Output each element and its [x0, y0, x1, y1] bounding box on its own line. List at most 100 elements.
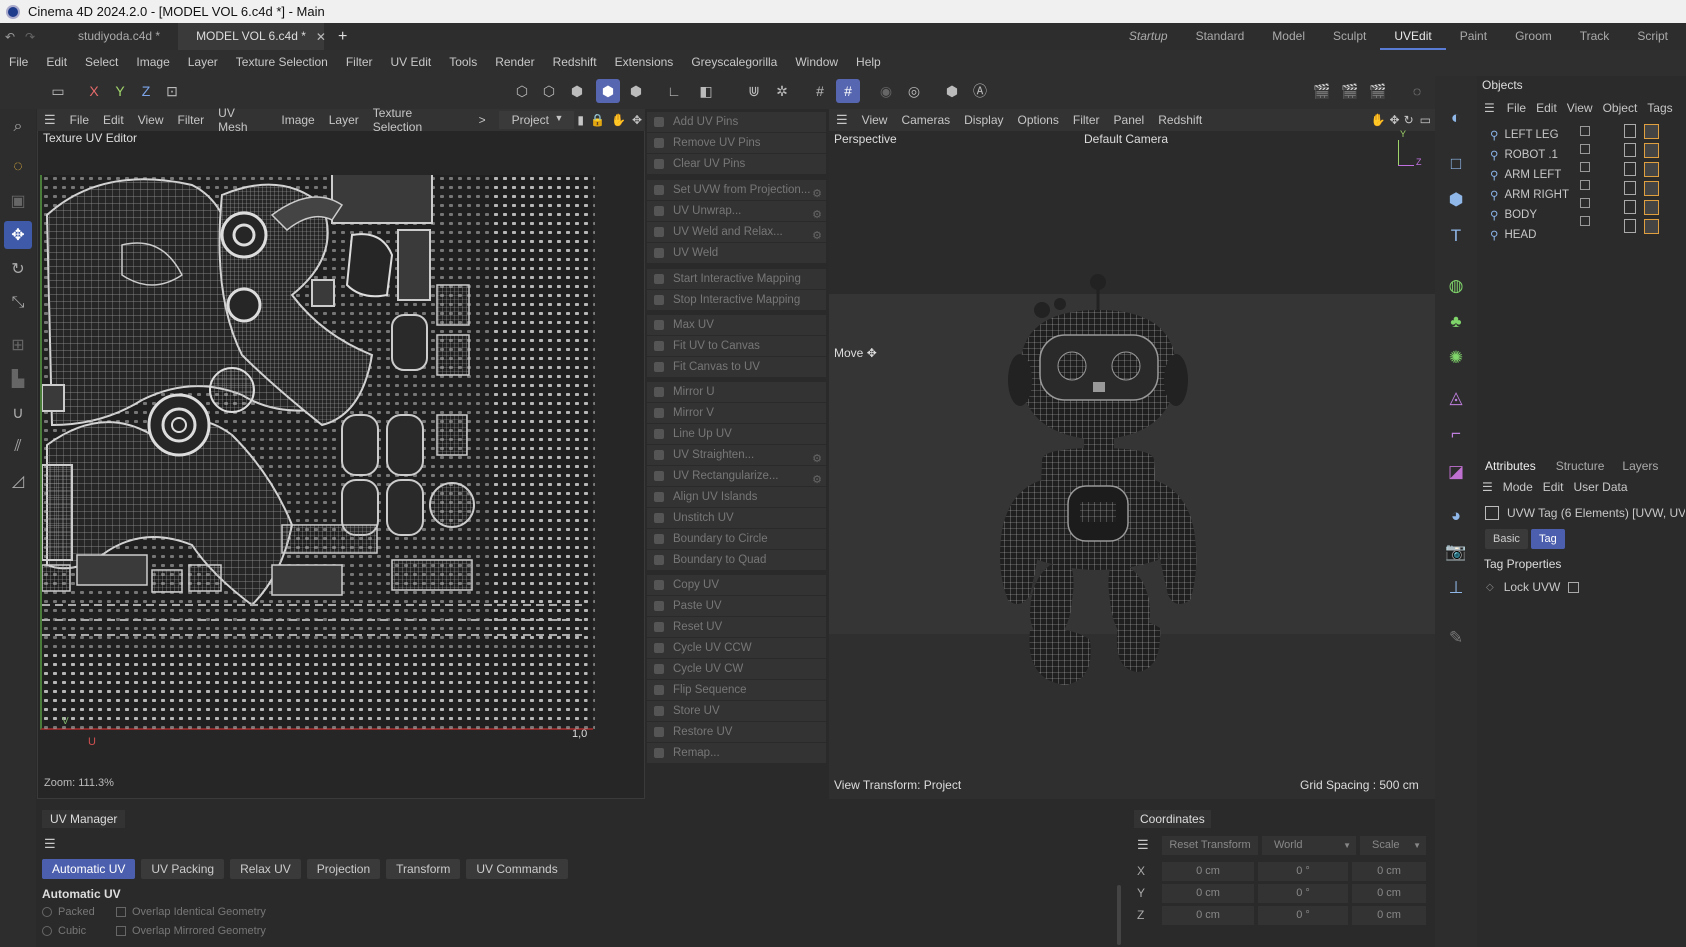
- uv-menu-more[interactable]: >: [472, 113, 493, 127]
- layout-standard[interactable]: Standard: [1182, 23, 1259, 50]
- rotate-tool-icon[interactable]: ↻: [4, 255, 32, 283]
- axis-z-lock[interactable]: Z: [134, 79, 158, 103]
- camera-icon[interactable]: 📷: [1442, 538, 1470, 566]
- uv-menu-uv-mesh[interactable]: UV Mesh: [211, 106, 274, 134]
- cloner-icon[interactable]: ♣: [1442, 308, 1470, 336]
- rotation-y-field[interactable]: 0 °: [1258, 884, 1348, 903]
- uv-menu-texture-selection[interactable]: Texture Selection: [366, 106, 472, 134]
- cmd-paste-uv[interactable]: Paste UV: [647, 596, 826, 616]
- cmd-set-uvw-projection[interactable]: Set UVW from Projection... ⚙: [647, 180, 826, 200]
- attr-menu-edit[interactable]: Edit: [1543, 480, 1564, 494]
- text-icon[interactable]: T: [1442, 222, 1470, 250]
- cmd-uv-straighten[interactable]: UV Straighten... ⚙: [647, 445, 826, 465]
- tab-basic[interactable]: Basic: [1485, 529, 1528, 549]
- snap-settings-icon[interactable]: ✲: [770, 79, 794, 103]
- render-icon[interactable]: 🎬: [1338, 79, 1362, 103]
- panel-menu-icon[interactable]: ☰: [829, 112, 855, 128]
- cmd-unstitch-uv[interactable]: Unstitch UV: [647, 508, 826, 528]
- object-mode-icon[interactable]: ⬢: [624, 79, 648, 103]
- cmd-remove-uv-pins[interactable]: Remove UV Pins: [647, 133, 826, 153]
- cmd-add-uv-pins[interactable]: Add UV Pins: [647, 112, 826, 132]
- menu-window[interactable]: Window: [786, 55, 847, 69]
- knife-icon[interactable]: ⫽: [4, 433, 32, 461]
- layout-sculpt[interactable]: Sculpt: [1319, 23, 1380, 50]
- phong-tag-icon[interactable]: [1624, 162, 1636, 176]
- visibility-check-icon[interactable]: [1580, 180, 1590, 190]
- coordinate-system-icon[interactable]: ⊡: [160, 79, 184, 103]
- texture-mode-icon[interactable]: ◧: [694, 79, 718, 103]
- size-y-field[interactable]: 0 cm: [1352, 884, 1426, 903]
- stamp-icon[interactable]: ▙: [4, 365, 32, 393]
- deformer-icon[interactable]: ◬: [1442, 384, 1470, 412]
- keyframe-diamond-icon[interactable]: ◇: [1486, 582, 1494, 593]
- project-select[interactable]: Project ▼: [498, 111, 575, 129]
- tab-uv-packing[interactable]: UV Packing: [141, 859, 225, 879]
- orbit-icon[interactable]: ↻: [1402, 113, 1416, 127]
- phong-tag-icon[interactable]: [1624, 143, 1636, 157]
- uvw-tag-icon[interactable]: [1644, 143, 1659, 158]
- doc-tab-model-vol6[interactable]: MODEL VOL 6.c4d *: [178, 23, 324, 50]
- obj-menu-edit[interactable]: Edit: [1531, 101, 1562, 115]
- obj-menu-tags[interactable]: Tags: [1642, 101, 1677, 115]
- menu-select[interactable]: Select: [76, 55, 127, 69]
- cmd-fit-uv-to-canvas[interactable]: Fit UV to Canvas: [647, 336, 826, 356]
- undo-icon[interactable]: ↶: [0, 30, 20, 44]
- visibility-check-icon[interactable]: [1580, 198, 1590, 208]
- vp-menu-view[interactable]: View: [855, 113, 895, 127]
- rotation-x-field[interactable]: 0 °: [1258, 862, 1348, 881]
- points-mode-icon[interactable]: ⬡: [510, 79, 534, 103]
- target-icon[interactable]: ◎: [902, 79, 926, 103]
- checkbox-overlap-identical[interactable]: Overlap Identical Geometry: [116, 906, 266, 918]
- uv-menu-layer[interactable]: Layer: [322, 113, 366, 127]
- object-item-left-leg[interactable]: ⚲ LEFT LEG: [1490, 125, 1559, 144]
- size-x-field[interactable]: 0 cm: [1352, 862, 1426, 881]
- spline-rectangle-icon[interactable]: □: [1442, 150, 1470, 178]
- vp-menu-filter[interactable]: Filter: [1066, 113, 1107, 127]
- object-item-head[interactable]: ⚲ HEAD: [1490, 225, 1536, 244]
- panel-menu-icon[interactable]: ☰: [1477, 101, 1502, 115]
- cmd-mirror-v[interactable]: Mirror V: [647, 403, 826, 423]
- bend-icon[interactable]: ⌐: [1442, 420, 1470, 448]
- axis-y-lock[interactable]: Y: [108, 79, 132, 103]
- cmd-cycle-uv-cw[interactable]: Cycle UV CW: [647, 659, 826, 679]
- size-z-field[interactable]: 0 cm: [1352, 906, 1426, 925]
- position-x-field[interactable]: 0 cm: [1162, 862, 1254, 881]
- object-item-arm-right[interactable]: ⚲ ARM RIGHT: [1490, 185, 1569, 204]
- maximize-icon[interactable]: ▭: [1416, 113, 1435, 127]
- uvw-tag-icon[interactable]: [1644, 219, 1659, 234]
- cmd-max-uv[interactable]: Max UV: [647, 315, 826, 335]
- space-select[interactable]: World ▼: [1262, 836, 1356, 855]
- uvw-tag-icon[interactable]: [1644, 200, 1659, 215]
- layout-uvedit[interactable]: UVEdit: [1380, 23, 1446, 50]
- phong-tag-icon[interactable]: [1624, 200, 1636, 214]
- obj-menu-view[interactable]: View: [1562, 101, 1598, 115]
- effector-icon[interactable]: ✺: [1442, 344, 1470, 372]
- live-selection-icon[interactable]: ◌: [4, 153, 32, 181]
- phong-tag-icon[interactable]: [1624, 181, 1636, 195]
- cmd-boundary-to-circle[interactable]: Boundary to Circle: [647, 529, 826, 549]
- menu-greyscalegorilla[interactable]: Greyscalegorilla: [682, 55, 786, 69]
- panel-menu-icon[interactable]: ☰: [1482, 480, 1493, 494]
- uv-mode-icon[interactable]: ⬢: [596, 79, 620, 103]
- render-view-icon[interactable]: 🎬: [1310, 79, 1334, 103]
- tab-automatic-uv[interactable]: Automatic UV: [42, 859, 136, 879]
- tab-relax-uv[interactable]: Relax UV: [230, 859, 301, 879]
- snap-icon[interactable]: ⋓: [742, 79, 766, 103]
- menu-image[interactable]: Image: [127, 55, 178, 69]
- menu-extensions[interactable]: Extensions: [606, 55, 683, 69]
- viewport-solo-icon[interactable]: ▭: [46, 79, 70, 103]
- cmd-reset-uv[interactable]: Reset UV: [647, 617, 826, 637]
- menu-redshift[interactable]: Redshift: [544, 55, 606, 69]
- cmd-remap[interactable]: Remap...: [647, 743, 826, 763]
- uvw-tag-icon[interactable]: [1644, 181, 1659, 196]
- checkbox-overlap-mirrored[interactable]: Overlap Mirrored Geometry: [116, 925, 266, 937]
- grid-icon[interactable]: #: [808, 79, 832, 103]
- cmd-fit-canvas-to-uv[interactable]: Fit Canvas to UV: [647, 357, 826, 377]
- cube-icon[interactable]: ⬢: [1442, 186, 1470, 214]
- tab-structure[interactable]: Structure: [1544, 459, 1617, 473]
- layout-script[interactable]: Script: [1623, 23, 1682, 50]
- sphere-primitive-icon[interactable]: ◐: [1442, 104, 1470, 132]
- radio-packed[interactable]: Packed: [42, 906, 95, 918]
- edges-mode-icon[interactable]: ⬡: [537, 79, 561, 103]
- position-y-field[interactable]: 0 cm: [1162, 884, 1254, 903]
